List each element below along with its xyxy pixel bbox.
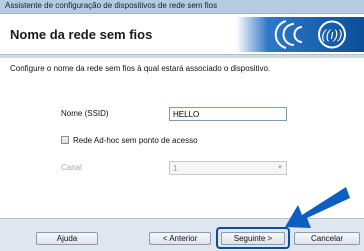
chevron-down-icon: ▼ [277,165,283,171]
adhoc-label[interactable]: Rede Ad-hoc sem ponto de acesso [73,136,198,145]
channel-value: 1 [173,164,178,173]
window-title: Assistente de configuração de dispositiv… [5,1,218,10]
adhoc-checkbox[interactable] [61,136,69,144]
wifi-signal-icon: ((ı)) [274,20,346,49]
next-button[interactable]: Seguinte > [221,232,285,245]
back-button[interactable]: < Anterior [149,232,211,245]
svg-text:((ı)): ((ı)) [322,27,343,42]
channel-label: Canal [61,163,82,172]
help-button[interactable]: Ajuda [36,232,98,245]
pointer-arrow-icon [285,187,350,228]
ssid-input[interactable]: HELLO [169,107,287,121]
cancel-button[interactable]: Cancelar [294,232,360,245]
channel-select: 1 ▼ [169,161,287,175]
page-title: Nome da rede sem fios [10,27,153,42]
instruction-text: Configure o nome da rede sem fios à qual… [10,64,271,73]
ssid-label: Nome (SSID) [61,109,109,118]
window-title-bar: Assistente de configuração de dispositiv… [0,0,364,14]
wifi-banner: ((ı)) [236,17,364,52]
